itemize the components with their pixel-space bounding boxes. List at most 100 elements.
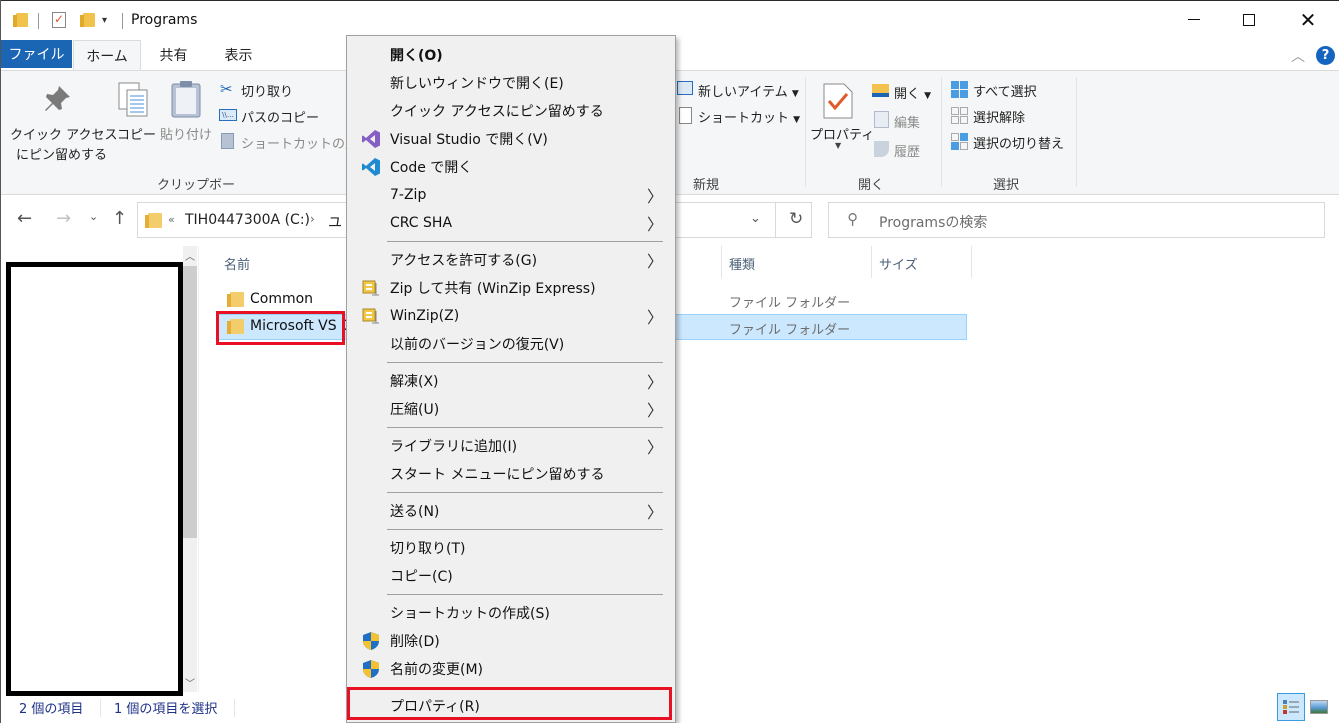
dropdown-arrow-icon: ▼ [924, 91, 932, 101]
new-shortcut-button[interactable]: ショートカット ▼ [698, 107, 800, 126]
dropdown-arrow-icon: ▼ [793, 115, 801, 125]
menu-item-rename[interactable]: 名前の変更(M) [349, 655, 673, 683]
select-none-button[interactable]: 選択解除 [973, 107, 1025, 126]
refresh-icon[interactable]: ↻ [789, 209, 803, 229]
maximize-button[interactable] [1226, 1, 1272, 38]
breadcrumb-drive[interactable]: TIH0447300A (C:) [185, 212, 310, 228]
forward-button[interactable]: → [56, 208, 71, 229]
column-divider[interactable] [721, 246, 722, 278]
column-header-name[interactable]: 名前 [224, 254, 250, 273]
menu-item-open-new-window[interactable]: 新しいウィンドウで開く(E) [349, 69, 673, 97]
large-icons-view-button[interactable] [1310, 700, 1328, 714]
menu-item-pin-start[interactable]: スタート メニューにピン留めする [349, 460, 673, 488]
menu-item-open-code[interactable]: Code で開く [349, 153, 673, 181]
overflow-chevron[interactable]: « [168, 213, 175, 226]
tab-home[interactable]: ホーム [73, 40, 141, 70]
new-item-label: 新しいアイテム [698, 85, 788, 100]
pin-quick-access-label-2[interactable]: にピン留めする [16, 144, 107, 163]
scroll-down-icon[interactable]: ﹀ [185, 675, 195, 690]
menu-item-winzip[interactable]: WinZip(Z) 〉 [349, 302, 673, 330]
search-icon: ⚲ [847, 210, 858, 228]
copy-path-button[interactable]: パスのコピー [241, 107, 319, 126]
menu-item-add-to-library[interactable]: ライブラリに追加(I) 〉 [349, 432, 673, 460]
menu-item-label: 削除(D) [390, 634, 440, 650]
menu-item-open[interactable]: 開く(O) [349, 41, 673, 69]
copy-button[interactable]: コピー [117, 124, 156, 143]
invert-selection-button[interactable]: 選択の切り替え [973, 133, 1064, 152]
menu-item-cut[interactable]: 切り取り(T) [349, 534, 673, 562]
paste-icon [169, 79, 203, 123]
menu-item-extract[interactable]: 解凍(X) 〉 [349, 367, 673, 395]
new-item-button[interactable]: 新しいアイテム ▼ [698, 81, 799, 100]
column-header-type[interactable]: 種類 [729, 254, 755, 273]
tab-view[interactable]: 表示 [211, 40, 266, 70]
select-none-icon [951, 107, 968, 128]
pin-icon [41, 83, 73, 119]
address-dropdown-icon[interactable]: ⌄ [750, 211, 761, 226]
open-button[interactable]: 開く ▼ [894, 83, 931, 102]
search-box[interactable]: ⚲ Programsの検索 [828, 202, 1325, 238]
close-icon: ✕ [1299, 7, 1317, 32]
select-all-icon [951, 81, 968, 102]
edit-button[interactable]: 編集 [894, 112, 920, 131]
menu-item-pin-quick-access[interactable]: クイック アクセスにピン留めする [349, 97, 673, 125]
help-icon[interactable]: ? [1316, 46, 1335, 65]
customize-quick-access-icon[interactable]: ▾ [102, 15, 107, 26]
history-button[interactable]: 履歴 [894, 141, 920, 160]
menu-item-label: コピー(C) [390, 569, 453, 585]
pin-quick-access-label[interactable]: クイック アクセス [10, 124, 117, 143]
new-item-icon [677, 81, 693, 95]
dropdown-arrow-icon: ▼ [791, 89, 799, 99]
scroll-up-icon[interactable]: ︿ [185, 248, 195, 263]
menu-item-winzip-express[interactable]: Zip して共有 (WinZip Express) [349, 274, 673, 302]
tab-file[interactable]: ファイル [1, 40, 72, 68]
new-folder-quick-icon[interactable] [80, 13, 95, 27]
details-view-button[interactable] [1277, 693, 1305, 721]
recent-locations-icon[interactable]: ⌄ [89, 210, 98, 223]
breadcrumb-separator-icon[interactable]: › [310, 212, 315, 226]
tab-share[interactable]: 共有 [146, 40, 201, 70]
copy-icon [117, 81, 151, 121]
menu-item-label: スタート メニューにピン留めする [390, 467, 605, 483]
collapse-ribbon-icon[interactable]: ︿ [1291, 46, 1305, 66]
winzip-icon [361, 278, 381, 298]
menu-item-label: Zip して共有 (WinZip Express) [390, 281, 596, 297]
up-button[interactable]: ↑ [112, 208, 127, 229]
menu-item-copy[interactable]: コピー(C) [349, 562, 673, 590]
paste-button[interactable]: 貼り付け [160, 124, 212, 143]
menu-item-delete[interactable]: 削除(D) [349, 627, 673, 655]
open-label: 開く [894, 87, 921, 102]
properties-button[interactable]: プロパティ [810, 124, 874, 143]
column-header-size[interactable]: サイズ [879, 254, 918, 273]
group-divider [1076, 77, 1077, 187]
column-divider[interactable] [971, 246, 972, 278]
menu-item-compress[interactable]: 圧縮(U) 〉 [349, 395, 673, 423]
menu-item-crc-sha[interactable]: CRC SHA 〉 [349, 209, 673, 237]
vscode-icon [361, 157, 381, 177]
open-folder-icon [872, 84, 889, 97]
back-button[interactable]: ← [17, 208, 32, 229]
menu-item-give-access[interactable]: アクセスを許可する(G) 〉 [349, 246, 673, 274]
submenu-arrow-icon: 〉 [646, 503, 663, 522]
menu-item-7zip[interactable]: 7-Zip 〉 [349, 181, 673, 209]
scissors-icon: ✂ [220, 80, 233, 98]
close-button[interactable]: ✕ [1285, 1, 1331, 38]
menu-separator [387, 427, 663, 428]
menu-item-open-visual-studio[interactable]: Visual Studio で開く(V) [349, 125, 673, 153]
uac-shield-icon [361, 631, 381, 651]
column-divider[interactable] [871, 246, 872, 278]
menu-item-label: 新しいウィンドウで開く(E) [390, 76, 564, 92]
menu-item-create-shortcut[interactable]: ショートカットの作成(S) [349, 599, 673, 627]
submenu-arrow-icon: 〉 [646, 308, 663, 327]
cut-button[interactable]: 切り取り [241, 81, 293, 100]
minimize-button[interactable] [1171, 1, 1217, 38]
menu-item-label: Code で開く [390, 160, 473, 176]
menu-item-restore-previous[interactable]: 以前のバージョンの復元(V) [349, 330, 673, 358]
properties-quick-icon[interactable]: ✓ [52, 12, 66, 28]
scrollbar-thumb[interactable] [183, 266, 197, 538]
menu-item-send-to[interactable]: 送る(N) 〉 [349, 497, 673, 525]
breadcrumb-segment[interactable]: ユ [328, 212, 342, 232]
submenu-arrow-icon: 〉 [646, 373, 663, 392]
select-all-button[interactable]: すべて選択 [973, 81, 1037, 100]
context-menu: 開く(O) 新しいウィンドウで開く(E) クイック アクセスにピン留めする Vi… [346, 35, 676, 723]
